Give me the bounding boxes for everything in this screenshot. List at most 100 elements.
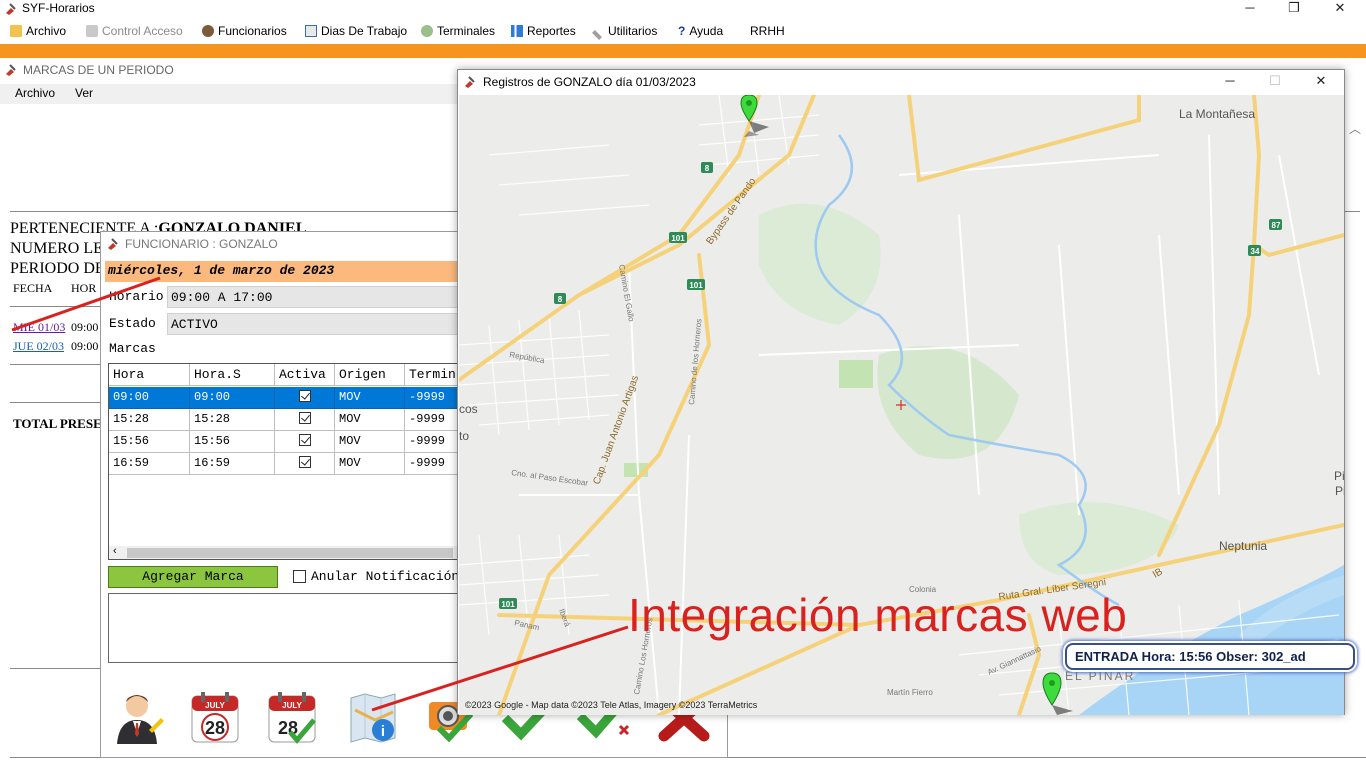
hora-s-cell: 15:28 [190, 409, 275, 431]
map-info-icon[interactable]: i [345, 690, 401, 746]
report-row-time: 09:00 [71, 320, 99, 334]
place-label: Pi [1335, 484, 1344, 498]
place-label: Neptunia [1219, 539, 1267, 553]
calendar-28-icon[interactable]: JULY 28 [187, 690, 243, 746]
menu-dias-de-trabajo[interactable]: Dias De Trabajo [305, 24, 407, 38]
report-icon [511, 25, 523, 37]
folder-icon [10, 25, 22, 37]
numero-label: NUMERO LE [10, 240, 103, 257]
activa-checkbox[interactable] [298, 434, 311, 446]
route-badge: 101 [689, 281, 703, 290]
menu-reportes[interactable]: Reportes [511, 24, 576, 38]
activa-cell [275, 431, 335, 453]
calendar-icon [305, 25, 317, 37]
origen-cell: MOV [335, 409, 405, 431]
column-header[interactable]: Hora [109, 364, 190, 386]
terminal-icon [421, 25, 433, 37]
estado-label: Estado [109, 316, 156, 331]
hora-cell: 15:28 [109, 409, 190, 431]
marca-row[interactable]: 15:56 15:56 MOV -9999 [109, 431, 457, 453]
footer-divider [10, 668, 100, 669]
marca-row[interactable]: 09:00 09:00 MOV -9999 [109, 387, 457, 409]
marcas-label: Marcas [109, 341, 156, 356]
hora-cell: 09:00 [109, 387, 190, 409]
svg-text:i: i [381, 723, 385, 740]
lock-icon [86, 25, 98, 37]
tools-icon [592, 30, 602, 40]
activa-cell [275, 409, 335, 431]
window-logo-icon [6, 64, 16, 76]
periodo-menu-archivo[interactable]: Archivo [15, 86, 55, 100]
marker-info-callout: ENTRADA Hora: 15:56 Obser: 302_ad [1065, 643, 1355, 670]
scroll-left-icon[interactable]: ‹ [113, 545, 117, 557]
funcionario-dialog-title: FUNCIONARIO : GONZALO [125, 237, 278, 251]
origen-cell: MOV [335, 453, 405, 475]
menu-rrhh[interactable]: RRHH [750, 24, 785, 38]
close-button[interactable]: ✕ [1325, 0, 1355, 17]
activa-checkbox[interactable] [298, 390, 311, 402]
periodo-window-titlebar: MARCAS DE UN PERIODO [0, 60, 460, 80]
menu-funcionarios[interactable]: Funcionarios [202, 24, 287, 38]
menu-utilitarios[interactable]: Utilitarios [592, 24, 657, 40]
svg-text:28: 28 [205, 718, 225, 738]
route-badge: 8 [558, 295, 563, 304]
people-icon [202, 25, 214, 37]
column-header[interactable]: Termin [405, 364, 457, 386]
periodo-label: PERIODO DE [10, 260, 105, 277]
column-header[interactable]: Activa [275, 364, 335, 386]
menu-archivo[interactable]: Archivo [10, 24, 66, 38]
marca-row[interactable]: 16:59 16:59 MOV -9999 [109, 453, 457, 475]
menu-terminales[interactable]: Terminales [421, 24, 495, 38]
restore-button[interactable]: ❐ [1279, 0, 1309, 17]
road-label: Martín Fierro [887, 688, 933, 697]
marca-row[interactable]: 15:28 15:28 MOV -9999 [109, 409, 457, 431]
terminal-cell: -9999 [405, 431, 457, 453]
hora-s-cell: 16:59 [190, 453, 275, 475]
route-badge: 8 [705, 164, 710, 173]
report-row-date-link[interactable]: MIE 01/03 [13, 320, 65, 335]
help-icon: ? [678, 24, 686, 38]
periodo-menu-ver[interactable]: Ver [75, 86, 93, 100]
report-row-time: 09:00 [71, 339, 99, 353]
total-divider [10, 402, 100, 403]
route-badge: 87 [1272, 221, 1281, 230]
svg-text:JULY: JULY [205, 701, 225, 710]
terminal-cell: -9999 [405, 387, 457, 409]
column-header[interactable]: Hora.S [190, 364, 275, 386]
map-minimize-button[interactable]: ─ [1215, 73, 1245, 90]
menu-control-acceso[interactable]: Control Acceso [86, 24, 183, 38]
anular-notificacion-label: Anular Notificación [311, 569, 460, 584]
grid-horizontal-scrollbar[interactable]: ‹ [109, 545, 457, 559]
terminal-cell: -9999 [405, 409, 457, 431]
hora-s-cell: 09:00 [190, 387, 275, 409]
place-label: EL PINAR [1065, 669, 1135, 683]
scroll-up-icon[interactable]: ︿ [1349, 120, 1363, 136]
notes-textarea[interactable] [108, 593, 468, 663]
main-menubar: Archivo Control Acceso Funcionarios Dias… [0, 21, 1366, 43]
menu-ayuda[interactable]: ? Ayuda [678, 24, 723, 38]
report-row-date-link[interactable]: JUE 02/03 [13, 339, 64, 354]
agregar-marca-button[interactable]: Agregar Marca [108, 566, 278, 588]
periodo-window-title: MARCAS DE UN PERIODO [23, 63, 174, 77]
terminal-cell: -9999 [405, 453, 457, 475]
header-divider [10, 306, 100, 307]
map-maximize-button[interactable]: ☐ [1260, 73, 1290, 90]
hora-cell: 16:59 [109, 453, 190, 475]
calendar-check-icon[interactable]: JULY 28 [264, 690, 320, 746]
place-label: to [459, 429, 469, 443]
map-close-button[interactable]: ✕ [1306, 73, 1336, 90]
place-label: La Montañesa [1179, 107, 1255, 121]
origen-cell: MOV [335, 431, 405, 453]
user-edit-icon[interactable] [109, 690, 165, 746]
hora-cell: 15:56 [109, 431, 190, 453]
app-title: SYF-Horarios [22, 1, 95, 15]
minimize-button[interactable]: ─ [1235, 0, 1265, 17]
dialog-logo-icon [108, 238, 118, 250]
scrollbar-thumb[interactable] [127, 548, 453, 558]
anular-notificacion-checkbox[interactable] [293, 570, 306, 583]
activa-checkbox[interactable] [298, 456, 311, 468]
route-badge: 34 [1251, 247, 1260, 256]
column-header[interactable]: Origen [335, 364, 405, 386]
map-window-title: Registros de GONZALO día 01/03/2023 [483, 75, 696, 89]
activa-checkbox[interactable] [298, 412, 311, 424]
